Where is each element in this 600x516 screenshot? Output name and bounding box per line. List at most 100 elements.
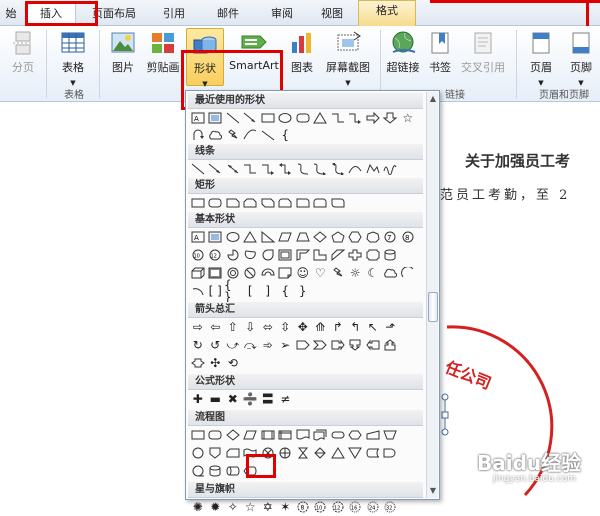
line-icon[interactable] (259, 126, 277, 143)
resize-handle-mid[interactable] (441, 411, 449, 419)
up-arrow-callout-icon[interactable] (382, 336, 400, 353)
octagon-icon[interactable]: 7 (382, 228, 400, 245)
cross-reference-button[interactable]: 交叉引用 (458, 28, 508, 86)
arrow-line-icon[interactable] (242, 109, 260, 126)
heptagon-icon[interactable] (364, 228, 382, 245)
curved-up-arrow-icon[interactable]: ⤻ (224, 336, 242, 353)
curved-right-arrow-icon[interactable]: ↻ (189, 336, 207, 353)
text-box-icon[interactable]: A (189, 228, 207, 245)
flowchart-manual-operation-icon[interactable] (382, 426, 400, 443)
notched-right-arrow-icon[interactable]: ➢ (277, 336, 295, 353)
explosion-2-icon[interactable]: ✹ (207, 498, 225, 515)
hyperlink-button[interactable]: 超链接 (384, 28, 422, 86)
flowchart-punched-tape-icon[interactable] (242, 444, 260, 461)
rounded-rectangle-icon[interactable] (207, 194, 225, 211)
shapes-gallery-dropdown[interactable]: 最近使用的形状 A ☆ { 线条 矩形 基本形状 A 7 8 10 12 ☺ ♡… (185, 90, 440, 513)
screenshot-button[interactable]: 屏幕截图 ▼ (320, 28, 376, 87)
parallelogram-icon[interactable] (277, 228, 295, 245)
curved-left-arrow-icon[interactable]: ↺ (207, 336, 225, 353)
plaque-icon[interactable] (364, 246, 382, 263)
teardrop-icon[interactable] (259, 246, 277, 263)
half-frame-icon[interactable] (294, 246, 312, 263)
line-icon[interactable] (224, 109, 242, 126)
rectangle-icon[interactable] (189, 194, 207, 211)
oval-icon[interactable] (224, 228, 242, 245)
left-up-arrow-icon[interactable]: ↖ (364, 318, 382, 335)
math-equal-icon[interactable]: 〓 (259, 390, 277, 407)
elbow-connector-icon[interactable] (329, 109, 347, 126)
cube-icon[interactable] (189, 264, 207, 281)
right-brace-icon[interactable]: } (294, 282, 312, 299)
right-bracket-icon[interactable]: ] (259, 282, 277, 299)
5-point-star-icon[interactable]: ☆ (242, 498, 260, 515)
smiley-face-icon[interactable]: ☺ (294, 264, 312, 281)
lightning-icon[interactable] (224, 126, 242, 143)
quad-arrow-callout-icon[interactable]: ✣ (207, 354, 225, 371)
12-point-star-icon[interactable]: 12 (329, 498, 347, 515)
pie-icon[interactable] (224, 246, 242, 263)
triangle-icon[interactable] (242, 228, 260, 245)
arc-icon[interactable] (189, 282, 207, 299)
left-arrow-icon[interactable]: ⇦ (207, 318, 225, 335)
block-arc-icon[interactable] (259, 264, 277, 281)
tab-start[interactable]: 始 (0, 4, 22, 26)
cloud-icon[interactable] (207, 126, 225, 143)
round-single-corner-rectangle-icon[interactable] (294, 194, 312, 211)
32-point-star-icon[interactable]: 32 (382, 498, 400, 515)
page-break-button[interactable]: 分页 (6, 28, 40, 86)
4-point-star-icon[interactable]: ✧ (224, 498, 242, 515)
sun-icon[interactable]: ☼ (347, 264, 365, 281)
flowchart-manual-input-icon[interactable] (364, 426, 382, 443)
up-down-arrow-icon[interactable]: ⇳ (277, 318, 295, 335)
text-box-icon[interactable]: A (189, 109, 207, 126)
rectangle-icon[interactable] (259, 109, 277, 126)
flowchart-extract-icon[interactable] (329, 444, 347, 461)
chevron-arrow-icon[interactable] (312, 336, 330, 353)
freeform-icon[interactable] (364, 160, 382, 177)
tab-page-layout[interactable]: 页面布局 (86, 4, 142, 26)
tab-references[interactable]: 引用 (154, 4, 194, 26)
curved-connector-icon[interactable] (294, 160, 312, 177)
can-icon[interactable] (382, 246, 400, 263)
moon-icon[interactable]: ☾ (364, 264, 382, 281)
10-point-star-icon[interactable]: 10 (312, 498, 330, 515)
left-arrow-callout-icon[interactable] (364, 336, 382, 353)
bent-up-arrow-icon[interactable]: ⬏ (382, 318, 400, 335)
trapezoid-icon[interactable] (294, 228, 312, 245)
16-point-star-icon[interactable]: 16 (347, 498, 365, 515)
right-triangle-icon[interactable] (259, 228, 277, 245)
down-arrow-icon[interactable] (382, 109, 400, 126)
triangle-icon[interactable] (312, 109, 330, 126)
curve-icon[interactable] (242, 126, 260, 143)
flowchart-magnetic-disk-icon[interactable] (207, 462, 225, 479)
hexagon-icon[interactable] (347, 228, 365, 245)
math-multiply-icon[interactable]: ✖ (224, 390, 242, 407)
flowchart-terminator-icon[interactable] (329, 426, 347, 443)
left-right-up-arrow-icon[interactable]: ⟰ (312, 318, 330, 335)
flowchart-process-icon[interactable] (189, 426, 207, 443)
picture-button[interactable]: 图片 (106, 28, 140, 86)
left-right-arrow-icon[interactable]: ⬄ (259, 318, 277, 335)
l-shape-icon[interactable] (312, 246, 330, 263)
pentagon-arrow-icon[interactable] (294, 336, 312, 353)
down-arrow-icon[interactable]: ⇩ (242, 318, 260, 335)
24-point-star-icon[interactable]: 24 (364, 498, 382, 515)
flowchart-multidocument-icon[interactable] (312, 426, 330, 443)
heart-icon[interactable]: ♡ (312, 264, 330, 281)
bent-arrow-icon[interactable]: ↱ (329, 318, 347, 335)
circular-arrow-icon[interactable]: ⟲ (224, 354, 242, 371)
right-arrow-icon[interactable] (364, 109, 382, 126)
flowchart-alternate-process-icon[interactable] (207, 426, 225, 443)
scrollbar-thumb[interactable] (428, 292, 438, 322)
table-button[interactable]: 表格 ▼ (54, 28, 92, 87)
flowchart-display-icon[interactable] (242, 462, 260, 479)
flowchart-collate-icon[interactable] (294, 444, 312, 461)
decagon-icon[interactable]: 8 (399, 228, 417, 245)
arrow-line-icon[interactable] (207, 160, 225, 177)
right-arrow-callout-icon[interactable] (329, 336, 347, 353)
curved-double-arrow-connector-icon[interactable] (329, 160, 347, 177)
chart-button[interactable]: 图表 (287, 28, 317, 86)
diagonal-stripe-icon[interactable] (329, 246, 347, 263)
flowchart-document-icon[interactable] (294, 426, 312, 443)
star-icon[interactable]: ☆ (399, 109, 417, 126)
